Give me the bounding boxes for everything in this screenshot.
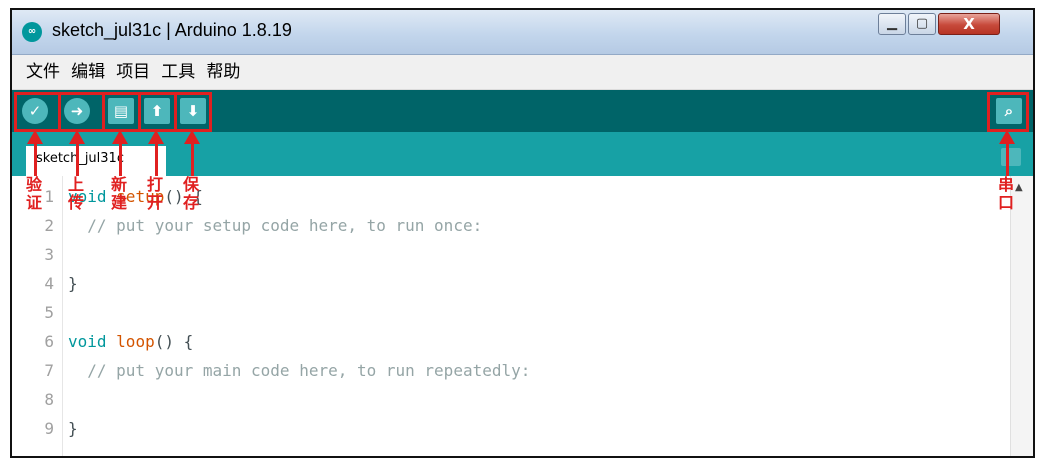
menu-sketch[interactable]: 项目 — [116, 55, 150, 89]
code-comment: // put your main code here, to run repea… — [87, 361, 531, 380]
arrow-upload — [69, 130, 85, 176]
code-keyword: void — [68, 332, 107, 351]
divider-new — [102, 92, 105, 132]
label-serial: 串口 — [998, 175, 1015, 212]
title-bar: ∞ sketch_jul31c | Arduino 1.8.19 ▁ ▢ X — [12, 10, 1033, 55]
divider-save — [174, 92, 177, 132]
label-verify: 验证 — [26, 175, 43, 212]
code-punctuation — [68, 216, 87, 235]
arrow-save — [184, 130, 200, 176]
line-number: 7 — [44, 361, 54, 380]
code-text: } — [68, 416, 78, 442]
line-number: 8 — [44, 390, 54, 409]
line-number: 3 — [44, 245, 54, 264]
close-button[interactable]: X — [938, 13, 1000, 35]
window-title: sketch_jul31c | Arduino 1.8.19 — [52, 20, 292, 40]
vertical-scrollbar[interactable]: ▲ — [1010, 176, 1033, 456]
serial-highlight-box — [987, 92, 1029, 132]
menu-bar: 文件 编辑 项目 工具 帮助 — [12, 55, 1033, 90]
arrow-open — [148, 130, 164, 176]
line-number: 5 — [44, 303, 54, 322]
label-upload: 上传 — [68, 175, 85, 212]
arduino-logo-icon: ∞ — [22, 22, 42, 42]
close-icon: X — [963, 15, 975, 33]
line-number: 2 — [44, 216, 54, 235]
line-number: 9 — [44, 419, 54, 438]
arrow-verify — [27, 130, 43, 176]
arrow-new — [112, 130, 128, 176]
arrow-serial — [999, 130, 1015, 176]
toolbar-highlight-box — [14, 92, 212, 132]
code-function: loop — [116, 332, 155, 351]
line-number: 6 — [44, 332, 54, 351]
maximize-icon: ▢ — [915, 16, 929, 31]
menu-file[interactable]: 文件 — [26, 55, 60, 89]
divider-upload — [58, 92, 61, 132]
maximize-button[interactable]: ▢ — [908, 13, 936, 35]
tab-menu-button[interactable] — [1001, 148, 1021, 166]
label-new: 新建 — [111, 175, 128, 212]
menu-tools[interactable]: 工具 — [161, 55, 195, 89]
code-punctuation: () { — [154, 332, 194, 351]
menu-help[interactable]: 帮助 — [206, 55, 240, 89]
label-open: 打开 — [147, 175, 164, 212]
code-text: void loop() { — [68, 329, 193, 355]
menu-edit[interactable]: 编辑 — [71, 55, 105, 89]
code-comment: // put your setup code here, to run once… — [87, 216, 483, 235]
tab-bar: sketch_jul31c — [12, 132, 1033, 176]
code-punctuation — [68, 361, 87, 380]
code-text: } — [68, 271, 78, 297]
tab-sketch[interactable]: sketch_jul31c — [26, 146, 166, 176]
code-punctuation: } — [68, 274, 78, 293]
divider-open — [138, 92, 141, 132]
code-text: // put your main code here, to run repea… — [68, 358, 530, 384]
arduino-window: ∞ sketch_jul31c | Arduino 1.8.19 ▁ ▢ X 文… — [10, 8, 1035, 458]
code-editor[interactable]: 1 void setup() {2 // put your setup code … — [12, 176, 1033, 456]
line-number: 4 — [44, 274, 54, 293]
code-punctuation: } — [68, 419, 78, 438]
label-save: 保存 — [183, 175, 200, 212]
code-text: // put your setup code here, to run once… — [68, 213, 482, 239]
minimize-icon: ▁ — [887, 16, 897, 31]
minimize-button[interactable]: ▁ — [878, 13, 906, 35]
